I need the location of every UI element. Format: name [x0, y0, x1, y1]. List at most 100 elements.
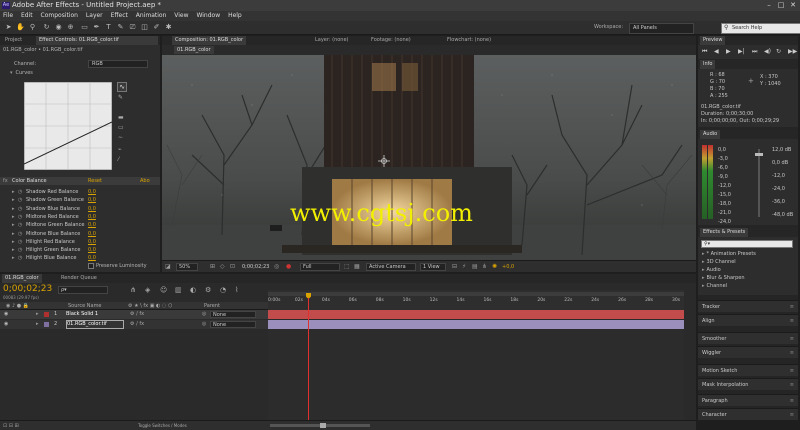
menu-help[interactable]: Help [225, 11, 245, 21]
exposure-icon[interactable]: ✺ [492, 263, 497, 270]
tab-project[interactable]: Project [2, 36, 25, 45]
pickwhip-icon[interactable]: ◎ [202, 310, 206, 319]
tab-flowchart[interactable]: Flowchart: (none) [444, 36, 494, 45]
menu-composition[interactable]: Composition [38, 11, 81, 21]
mask-visibility-icon[interactable]: ◇ [220, 263, 225, 270]
expand-arrow-icon[interactable]: ▸ [12, 246, 15, 254]
panel-menu-icon[interactable]: ≡ [790, 395, 794, 407]
panel-tab-motion-sketch[interactable]: Motion Sketch ≡ [698, 364, 798, 376]
loop-icon[interactable]: ↻ [776, 48, 781, 55]
expand-arrow-icon[interactable]: ▸ [702, 251, 705, 257]
effects-search-input[interactable]: ⚲▾ [701, 240, 793, 248]
expand-arrow-icon[interactable]: ▸ [12, 238, 15, 246]
hand-tool-icon[interactable]: ✋ [16, 23, 25, 32]
ram-preview-icon[interactable]: ▶▶ [788, 48, 797, 55]
param-value[interactable]: 0,0 [88, 246, 96, 254]
toggle-switches-modes[interactable]: Toggle Switches / Modes [138, 423, 187, 428]
work-area-bar[interactable] [268, 292, 684, 296]
audio-title[interactable]: Audio [700, 130, 721, 139]
expand-icons[interactable]: ⊡ ⊟ ⊞ [3, 423, 19, 429]
viewer-timecode[interactable]: 0;00;02;23 [242, 264, 269, 270]
always-preview-icon[interactable]: ◪ [165, 263, 171, 270]
resolution-dropdown[interactable]: Full [300, 263, 340, 271]
graph-editor-icon[interactable]: ⌇ [235, 286, 238, 294]
minimize-button[interactable]: – [764, 1, 774, 9]
panel-tab-paragraph[interactable]: Paragraph ≡ [698, 394, 798, 406]
expand-arrow-icon[interactable]: ▸ [12, 221, 15, 229]
color-channel-icon[interactable]: ● [286, 263, 291, 270]
pan-behind-tool-icon[interactable]: ⊕ [66, 23, 75, 32]
stopwatch-icon[interactable]: ◷ [18, 196, 22, 204]
layer-2-duration-bar[interactable] [268, 320, 684, 329]
panel-menu-icon[interactable]: ≡ [790, 379, 794, 391]
snapshot-icon[interactable]: ⊡ [230, 263, 235, 270]
reset-curve-icon[interactable]: ⌁ [118, 146, 122, 153]
transparency-grid-icon[interactable]: ▦ [354, 263, 360, 270]
first-frame-icon[interactable]: ⏮ [702, 48, 707, 56]
maximize-button[interactable]: □ [776, 1, 786, 9]
expand-arrow-icon[interactable]: ▸ [702, 259, 705, 265]
puppet-tool-icon[interactable]: ✱ [164, 23, 173, 32]
effects-category-item[interactable]: ▸ 3D Channel [702, 259, 736, 265]
tab-composition[interactable]: Composition: 01.RGB_color [172, 36, 247, 45]
tab-layer[interactable]: Layer: (none) [312, 36, 352, 45]
draft-3d-icon[interactable]: ◈ [145, 286, 150, 294]
previous-frame-icon[interactable]: ◀ [714, 48, 719, 55]
layer-row[interactable]: ◉ ▸ 2 01.RGB_color.tif ⚙ / fx ◎ None [0, 320, 268, 329]
fast-previews-icon[interactable]: ⚡ [462, 263, 466, 270]
zoom-slider-thumb[interactable] [320, 423, 326, 428]
safe-zones-icon[interactable]: ⊞ [210, 263, 215, 270]
stopwatch-icon[interactable]: ◷ [18, 238, 22, 246]
menu-view[interactable]: View [171, 11, 191, 21]
reset-link[interactable]: Reset [88, 177, 102, 185]
effects-category-item[interactable]: ▸ Channel [702, 283, 727, 289]
expand-arrow-icon[interactable]: ▸ [36, 320, 39, 329]
effects-category-item[interactable]: ▸ Audio [702, 267, 721, 273]
panel-tab-mask-interpolation[interactable]: Mask Interpolation ≡ [698, 378, 798, 390]
stopwatch-icon[interactable]: ◷ [18, 188, 22, 196]
expand-arrow-icon[interactable]: ▸ [36, 310, 39, 319]
stopwatch-icon[interactable]: ◷ [18, 213, 22, 221]
expand-arrow-icon[interactable]: ▸ [12, 196, 15, 204]
info-title[interactable]: Info [700, 60, 716, 69]
panel-tab-tracker[interactable]: Tracker ≡ [698, 300, 798, 312]
layer-switches[interactable]: ⚙ / fx [130, 320, 144, 329]
roto-brush-tool-icon[interactable]: ✐ [152, 23, 161, 32]
eye-icon[interactable]: ◉ [4, 320, 8, 329]
brush-tool-icon[interactable]: ✎ [116, 23, 125, 32]
next-frame-icon[interactable]: ▶| [738, 48, 745, 55]
search-help-input[interactable]: ⚲ Search Help [721, 23, 800, 34]
param-value[interactable]: 0,0 [88, 213, 96, 221]
selection-tool-icon[interactable]: ➤ [4, 23, 13, 32]
tab-footage[interactable]: Footage: (none) [368, 36, 414, 45]
panel-tab-character[interactable]: Character ≡ [698, 408, 798, 420]
shy-layers-icon[interactable]: ☺ [160, 286, 167, 294]
expand-arrow-icon[interactable]: ▸ [12, 254, 15, 262]
exposure-value[interactable]: +0,0 [502, 264, 514, 270]
parent-dropdown[interactable]: None [210, 321, 256, 328]
timeline-timecode[interactable]: 0;00;02;23 [3, 284, 52, 294]
layer-color-label[interactable] [44, 322, 49, 327]
zoom-dropdown[interactable]: 50% [176, 263, 198, 271]
param-value[interactable]: 0,0 [88, 254, 96, 262]
stopwatch-icon[interactable]: ◷ [18, 221, 22, 229]
layer-name[interactable]: 01.RGB_color.tif [66, 320, 124, 329]
linear-icon[interactable]: ⁄ [118, 156, 119, 163]
type-tool-icon[interactable]: T [104, 23, 113, 32]
param-value[interactable]: 0,0 [88, 196, 96, 204]
brainstorm-icon[interactable]: ⚙ [205, 286, 211, 294]
panel-menu-icon[interactable]: ≡ [790, 315, 794, 327]
expand-arrow-icon[interactable]: ▸ [12, 188, 15, 196]
fx-toggle-icon[interactable]: fx [3, 177, 8, 185]
mute-audio-icon[interactable]: ◀) [764, 48, 771, 55]
panel-menu-icon[interactable]: ≡ [790, 301, 794, 313]
panel-tab-smoother[interactable]: Smoother ≡ [698, 332, 798, 344]
expand-arrow-icon[interactable]: ▸ [12, 205, 15, 213]
open-file-icon[interactable]: ▬ [118, 114, 124, 121]
timeline-search-input[interactable]: ρ▾ [58, 286, 108, 294]
rectangle-tool-icon[interactable]: ▭ [80, 23, 89, 32]
tab-timeline-comp[interactable]: 01.RGB_color [2, 274, 42, 283]
comp-nav-button[interactable]: 01.RGB_color [174, 46, 214, 54]
expand-arrow-icon[interactable]: ▸ [12, 213, 15, 221]
panel-tab-align[interactable]: Align ≡ [698, 314, 798, 326]
